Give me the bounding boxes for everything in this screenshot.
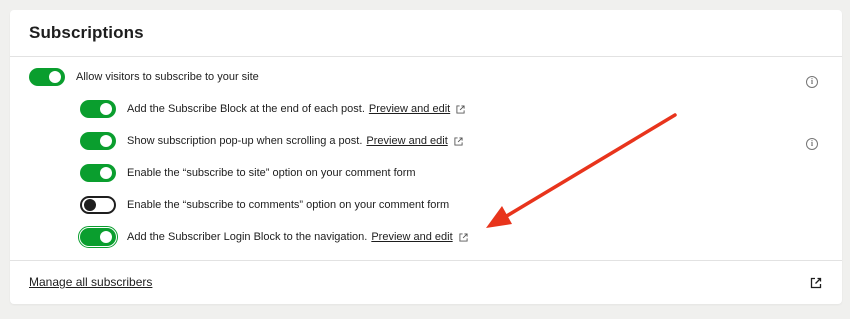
- red-arrow-annotation: [486, 113, 677, 228]
